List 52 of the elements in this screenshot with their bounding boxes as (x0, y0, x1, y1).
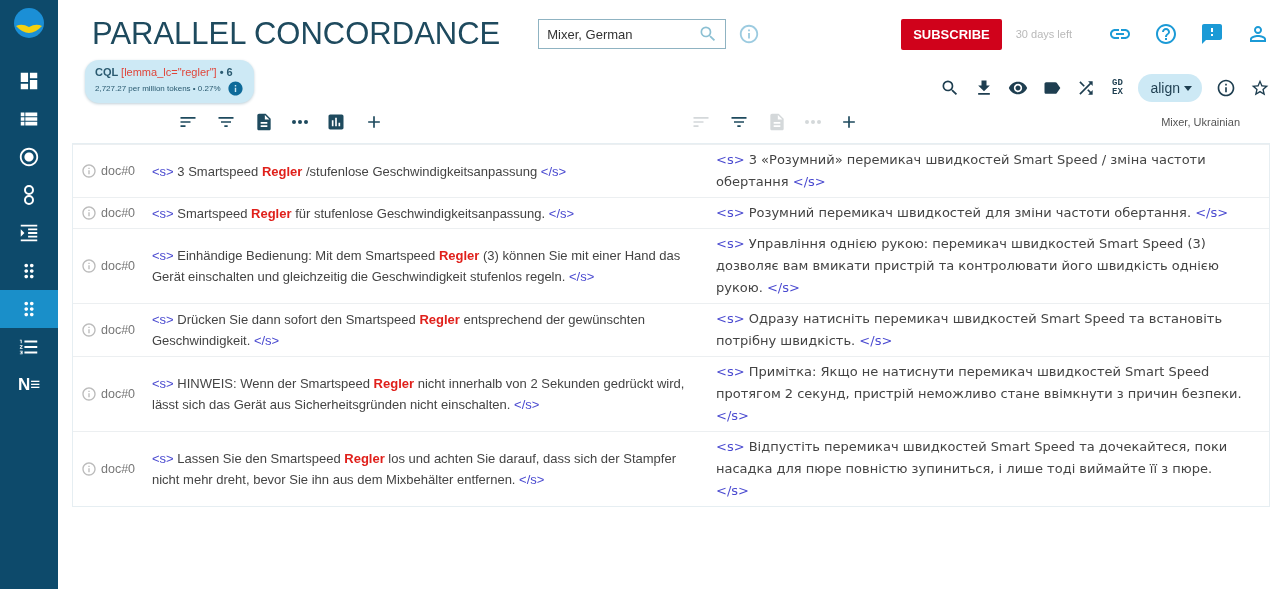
chart-icon (326, 112, 346, 132)
source-sentence: <s> Drücken Sie dann sofort den Smartspeed Regler entsprechend der gewünschten Geschwindigkeit. </s> (152, 311, 646, 350)
target-icon (18, 146, 40, 168)
dots-button[interactable] (292, 120, 308, 124)
source-sentence: <s> Lassen Sie den Smartspeed Regler los und achten Sie darauf, dass sich der Stampfer nicht mehr dreht, bevor Sie ihn aus dem Mixbehälter entfernen. </s> (152, 450, 677, 489)
target-sentence: <s> Відпустіть перемикач швидкостей Smart Speed та дочекайтеся, поки насадка для пюре повністю зупиниться, і лише тоді виймайте її з пюре. </s> (715, 438, 1229, 500)
document-button[interactable] (254, 112, 274, 132)
source-sentence: <s> Smartspeed Regler für stufenlose Geschwindigkeitsanpassung. </s> (152, 204, 575, 223)
query-summary: CQL [lemma_lc="regler"] • 6 (95, 66, 234, 78)
info-icon (1216, 78, 1236, 98)
chain-icon (24, 185, 34, 205)
document-icon (254, 112, 274, 132)
source-sentence: <s> 3 Smartspeed Regler /stufenlose Geschwindigkeitsanpassung </s> (152, 162, 567, 181)
logo-icon (12, 6, 46, 40)
dots-icon (292, 120, 308, 124)
target-sentence: <s> Одразу натисніть перемикач швидкостей Smart Speed та встановіть потрібну швидкість. </s> (715, 310, 1224, 350)
gdex-button[interactable]: GD EX (1110, 79, 1125, 97)
doc-link[interactable]: doc#0 (101, 323, 136, 337)
trial-label: 30 days left (1015, 28, 1072, 40)
help-button[interactable] (1154, 22, 1178, 46)
chart-button[interactable] (326, 112, 346, 132)
search-field[interactable]: Mixer, German (538, 19, 727, 49)
target-sentence: <s> Примітка: Якщо не натиснути перемикач швидкостей Smart Speed протягом 2 секунд, пристрій неможливо стане ввімкнути з причин безпеки. </s> (715, 363, 1243, 425)
query-stats: 2,727.27 per million tokens • 0.27% (95, 84, 221, 93)
doc-link[interactable]: doc#0 (101, 462, 136, 476)
document-icon (767, 112, 787, 132)
corpus-label: Mixer, Ukrainian (1161, 116, 1240, 128)
feedback-button[interactable] (1200, 22, 1224, 46)
indent-icon (18, 222, 40, 244)
target-sentence: <s> Розумний перемикач швидкостей для зміни частоти обертання. </s> (715, 204, 1230, 222)
doc-link[interactable]: doc#0 (101, 164, 136, 178)
help-icon (1154, 22, 1178, 46)
info-button[interactable] (1216, 78, 1236, 98)
source-sentence: <s> Einhändige Bedienung: Mit dem Smartspeed Regler (3) können Sie mit einer Hand das Gerät einschalten und gleichzeitig die Geschwindigkeit stufenlos regeln. </s> (152, 247, 682, 286)
sidebar-item[interactable]: N≡ (0, 366, 58, 404)
dots-icon (805, 120, 821, 124)
align-dropdown[interactable]: align (1138, 74, 1202, 102)
doc-link[interactable]: doc#0 (101, 206, 136, 220)
page-title: PARALLEL CONCORDANCE (92, 16, 501, 52)
subscribe-button[interactable]: SUBSCRIBE (901, 18, 1002, 50)
info-icon[interactable] (226, 80, 244, 97)
feedback-icon (1200, 22, 1224, 46)
doc-link[interactable]: doc#0 (101, 387, 136, 401)
star-icon (1250, 78, 1270, 98)
doc-link[interactable]: doc#0 (101, 259, 136, 273)
target-sentence: <s> 3 «Розумний» перемикач швидкостей Smart Speed / зміна частоти обертання </s> (715, 151, 1207, 191)
query-badge[interactable]: CQL [lemma_lc="regler"] • 6 2,727.27 per million tokens • 0.27% (85, 60, 254, 103)
source-sentence: <s> HINWEIS: Wenn der Smartspeed Regler nicht innerhalb von 2 Sekunden gedrückt wird, lässt sich das Gerät aus Sicherheitsgründen nicht einschalten. </s> (152, 375, 686, 414)
target-sentence: <s> Управління однією рукою: перемикач швидкостей Smart Speed (3) дозволяє вам вмикати пристрій та контролювати його швидкість однією рукою. </s> (715, 235, 1220, 297)
caret-icon (1184, 85, 1192, 91)
star-button[interactable] (1250, 78, 1270, 98)
dashboard-icon (18, 70, 40, 92)
